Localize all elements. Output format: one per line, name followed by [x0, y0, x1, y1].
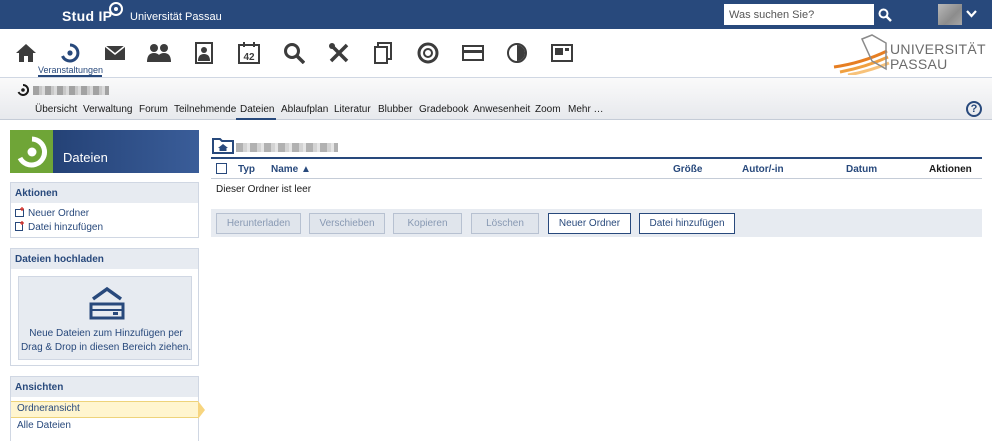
courses-icon[interactable] — [58, 41, 82, 65]
add-file-link[interactable]: Datei hinzufügen — [11, 221, 198, 235]
upload-widget-title: Dateien hochladen — [11, 249, 198, 269]
column-actions: Aktionen — [929, 164, 972, 175]
views-widget: Ansichten Ordneransicht Alle Dateien — [10, 376, 205, 441]
folder-add-icon — [15, 207, 24, 217]
sidebar-title: Dateien — [63, 150, 108, 165]
tab-anwesenheit[interactable]: Anwesenheit — [473, 104, 530, 115]
tools-icon[interactable] — [327, 41, 351, 65]
tab-literatur[interactable]: Literatur — [334, 104, 371, 115]
column-author[interactable]: Autor/-in — [742, 164, 784, 175]
university-name: Universität Passau — [130, 11, 222, 23]
files-section-icon — [10, 130, 53, 173]
file-add-icon — [15, 221, 24, 231]
views-widget-title: Ansichten — [11, 377, 198, 397]
upload-widget: Dateien hochladen Neue Dateien zum Hinzu… — [10, 248, 199, 366]
svg-text:42: 42 — [243, 52, 255, 63]
select-all-checkbox[interactable] — [216, 163, 227, 174]
move-button[interactable]: Verschieben — [309, 213, 385, 234]
home-icon[interactable] — [14, 41, 38, 65]
layout-icon[interactable] — [550, 41, 574, 65]
breadcrumb-redacted[interactable] — [236, 143, 338, 152]
help-icon[interactable]: ? — [966, 101, 982, 117]
tab-uebersicht[interactable]: Übersicht — [35, 104, 77, 115]
tab-mehr[interactable]: Mehr … — [568, 104, 604, 115]
avatar[interactable] — [938, 4, 962, 25]
tab-active-indicator — [236, 118, 276, 120]
search-input[interactable] — [724, 4, 874, 25]
nav-label-veranstaltungen[interactable]: Veranstaltungen — [38, 65, 103, 75]
course-context-bar: Übersicht Verwaltung Forum Teilnehmende … — [0, 77, 992, 120]
stats-icon[interactable] — [505, 41, 529, 65]
column-size[interactable]: Größe — [673, 164, 702, 175]
column-date[interactable]: Datum — [846, 164, 877, 175]
file-dropzone[interactable]: Neue Dateien zum Hinzufügen per Drag & D… — [18, 276, 192, 360]
tab-gradebook[interactable]: Gradebook — [419, 104, 468, 115]
help-center-icon[interactable] — [416, 41, 440, 65]
file-action-bar: Herunterladen Verschieben Kopieren Lösch… — [211, 209, 982, 237]
actions-widget: Aktionen Neuer Ordner Datei hinzufügen — [10, 182, 199, 238]
column-name[interactable]: Name ▲ — [271, 164, 311, 175]
active-view-arrow — [198, 401, 205, 419]
calendar-icon[interactable]: 42 — [237, 41, 261, 65]
tab-teilnehmende[interactable]: Teilnehmende — [174, 104, 236, 115]
files-icon[interactable] — [371, 41, 395, 65]
messages-icon[interactable] — [103, 41, 127, 65]
top-bar: Stud IP Universität Passau — [0, 0, 992, 29]
new-folder-label: Neuer Ordner — [28, 208, 90, 219]
chevron-down-icon[interactable] — [966, 9, 977, 21]
actions-widget-title: Aktionen — [11, 183, 198, 203]
university-logo-line1: UNIVERSITÄT — [890, 41, 986, 57]
add-file-button[interactable]: Datei hinzufügen — [639, 213, 735, 234]
dropzone-hint: Neue Dateien zum Hinzufügen per Drag & D… — [20, 328, 192, 353]
tab-forum[interactable]: Forum — [139, 104, 168, 115]
sort-ascending-icon: ▲ — [301, 164, 311, 175]
course-title-redacted[interactable] — [33, 86, 109, 95]
community-icon[interactable] — [147, 41, 171, 65]
sidebar-header: Dateien — [10, 130, 199, 173]
view-folder-link[interactable]: Ordneransicht — [13, 402, 80, 416]
files-table-header: Typ Name ▲ Größe Autor/-in Datum Aktione… — [211, 157, 982, 179]
main-navigation: 42 Veranstaltungen UNIVERSITÄT PASSAU — [0, 29, 992, 77]
search-icon[interactable] — [875, 4, 895, 25]
empty-folder-message: Dieser Ordner ist leer — [216, 184, 312, 195]
university-logo-line2: PASSAU — [890, 56, 948, 72]
tab-ablaufplan[interactable]: Ablaufplan — [281, 104, 328, 115]
tab-verwaltung[interactable]: Verwaltung — [83, 104, 132, 115]
column-type[interactable]: Typ — [238, 164, 255, 175]
folder-home-icon[interactable] — [212, 136, 234, 157]
course-icon — [17, 83, 30, 99]
profile-icon[interactable] — [192, 41, 216, 65]
studip-logo-icon — [109, 2, 123, 16]
add-file-label: Datei hinzufügen — [28, 222, 104, 233]
card-icon[interactable] — [461, 41, 485, 65]
new-folder-button[interactable]: Neuer Ordner — [548, 213, 631, 234]
studip-logo[interactable]: Stud IP — [62, 8, 112, 24]
search-icon[interactable] — [282, 41, 306, 65]
new-folder-link[interactable]: Neuer Ordner — [11, 207, 198, 221]
tab-zoom[interactable]: Zoom — [535, 104, 561, 115]
tab-dateien[interactable]: Dateien — [240, 104, 274, 115]
upload-tray-icon — [89, 286, 125, 320]
view-all-files-link[interactable]: Alle Dateien — [13, 419, 71, 433]
copy-button[interactable]: Kopieren — [393, 213, 462, 234]
download-button[interactable]: Herunterladen — [216, 213, 301, 234]
tab-blubber[interactable]: Blubber — [378, 104, 412, 115]
column-name-label: Name — [271, 164, 299, 175]
delete-button[interactable]: Löschen — [471, 213, 539, 234]
